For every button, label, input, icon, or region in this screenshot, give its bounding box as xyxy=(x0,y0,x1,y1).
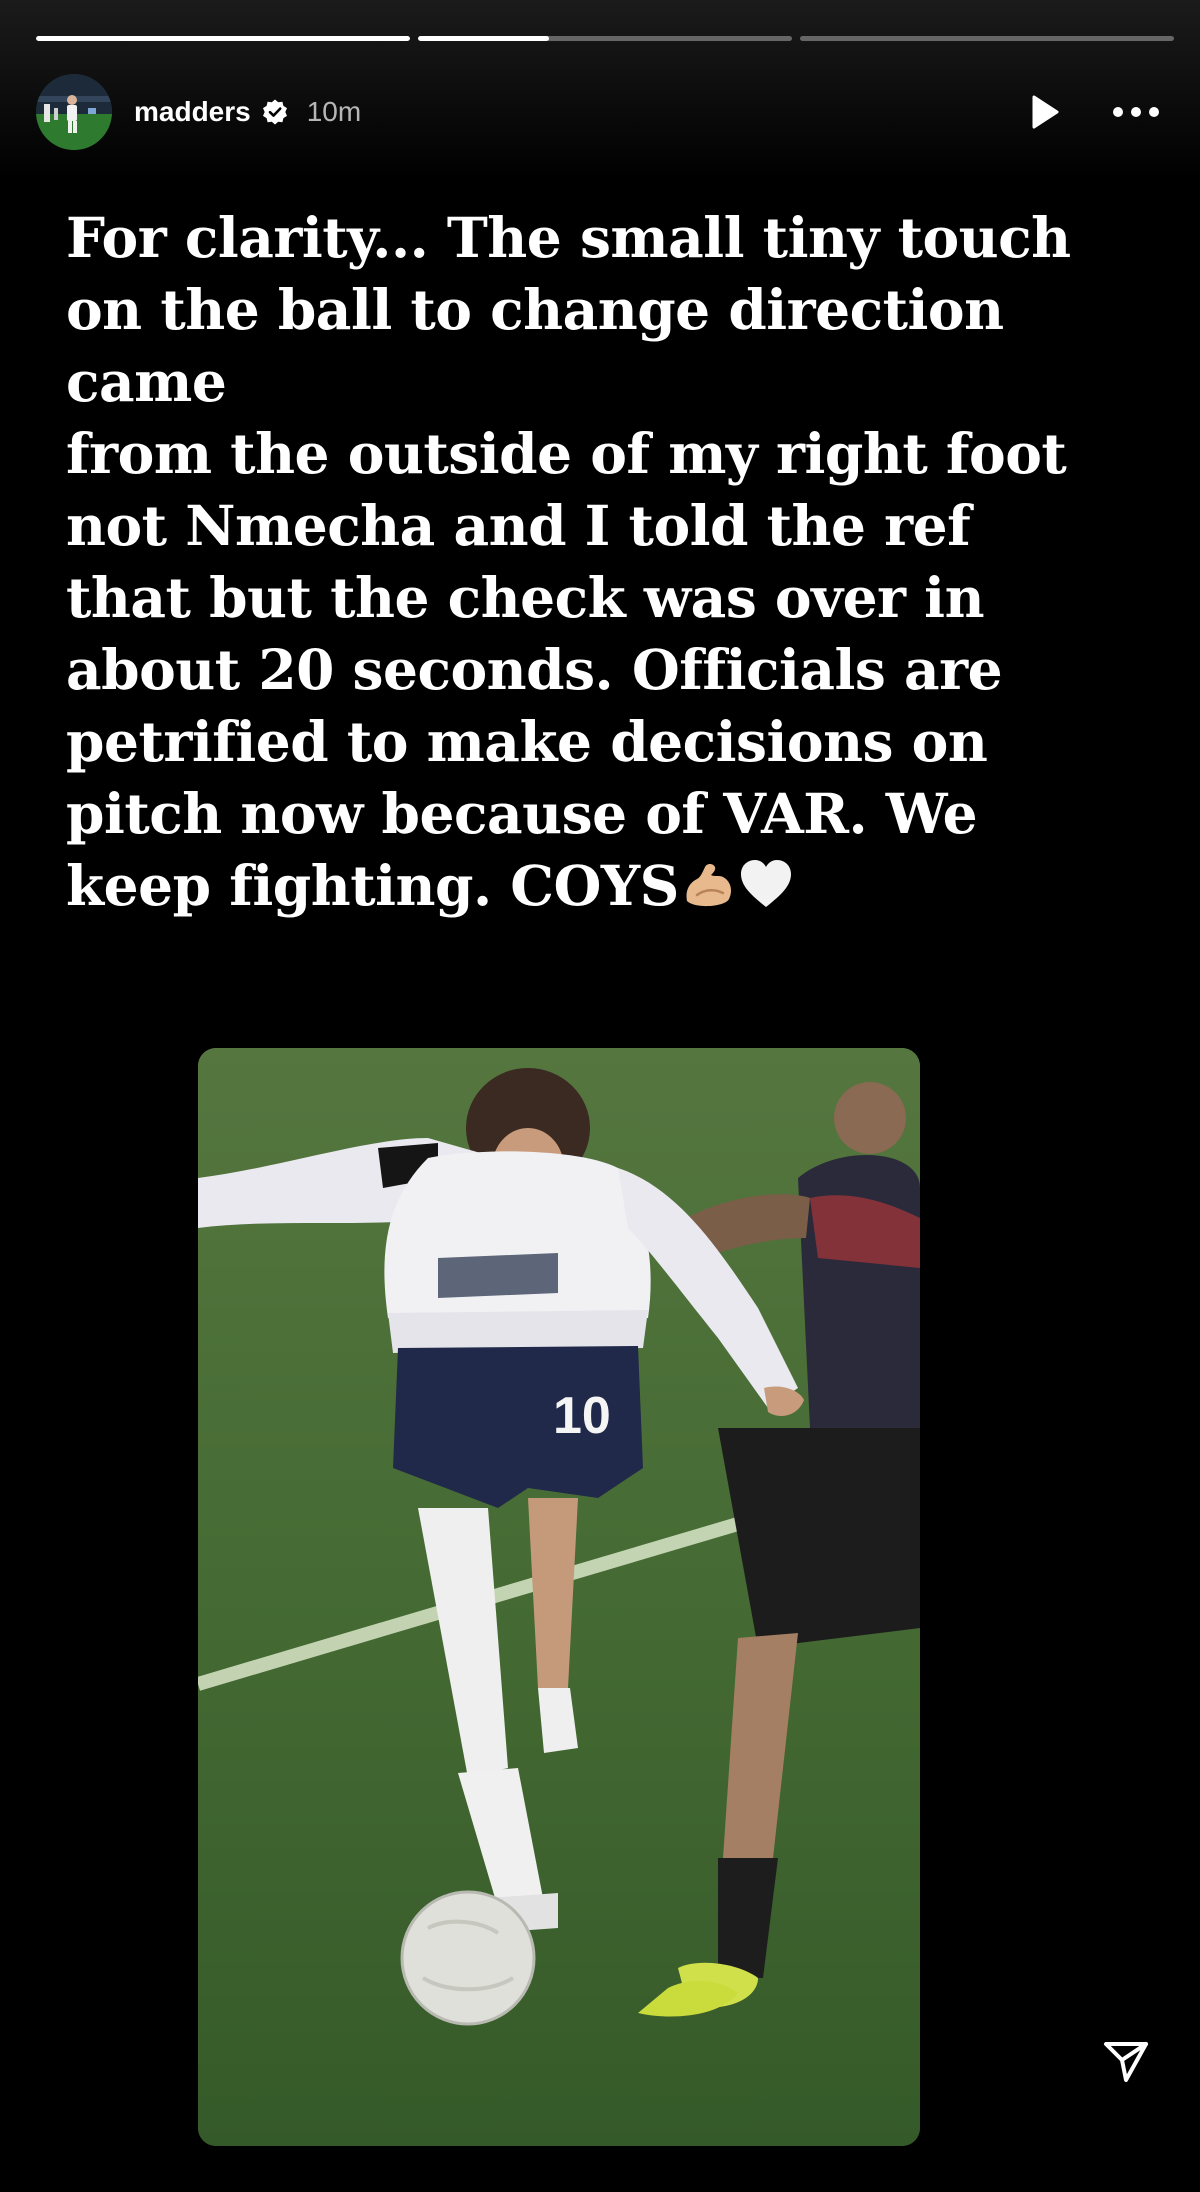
caption-line-last: keep fighting. COYS xyxy=(66,850,1126,922)
play-icon[interactable] xyxy=(1020,88,1068,136)
caption-line: not Nmecha and I told the ref xyxy=(66,493,971,558)
caption-line-text: keep fighting. COYS xyxy=(66,853,679,918)
avatar-image xyxy=(36,74,112,150)
caption-line: petrified to make decisions on xyxy=(66,709,988,774)
post-time: 10m xyxy=(306,96,362,127)
story-progress-bar xyxy=(36,36,1174,41)
caption-line: For clarity... The small tiny touch xyxy=(66,205,1071,270)
send-icon[interactable] xyxy=(1098,2032,1154,2088)
caption-line: that but the check was over in xyxy=(66,565,985,630)
caption-line: came xyxy=(66,349,227,414)
progress-fill-2 xyxy=(418,36,549,41)
story-photo: 10 xyxy=(198,1048,920,2146)
progress-segment-2 xyxy=(418,36,792,41)
more-icon[interactable] xyxy=(1108,88,1164,136)
progress-segment-1 xyxy=(36,36,410,41)
football-photo: 10 xyxy=(198,1048,920,2146)
story-caption: For clarity... The small tiny touch on t… xyxy=(66,202,1126,922)
progress-fill-1 xyxy=(36,36,410,41)
caption-line: from the outside of my right foot xyxy=(66,421,1067,486)
shirt-number: 10 xyxy=(553,1387,611,1445)
caption-line: on the ball to change direction xyxy=(66,277,1004,342)
username[interactable]: madders xyxy=(134,96,251,128)
story-header: madders 10m xyxy=(36,72,1164,152)
verified-badge-icon xyxy=(261,98,289,126)
progress-segment-3 xyxy=(800,36,1174,41)
white-heart-emoji xyxy=(737,855,795,913)
caption-line: pitch now because of VAR. We xyxy=(66,781,978,846)
flexed-biceps-emoji xyxy=(679,855,737,913)
avatar[interactable] xyxy=(36,74,112,150)
story-viewer[interactable]: madders 10m For clarity... The small tin… xyxy=(0,0,1200,2192)
caption-line: about 20 seconds. Officials are xyxy=(66,637,1003,702)
